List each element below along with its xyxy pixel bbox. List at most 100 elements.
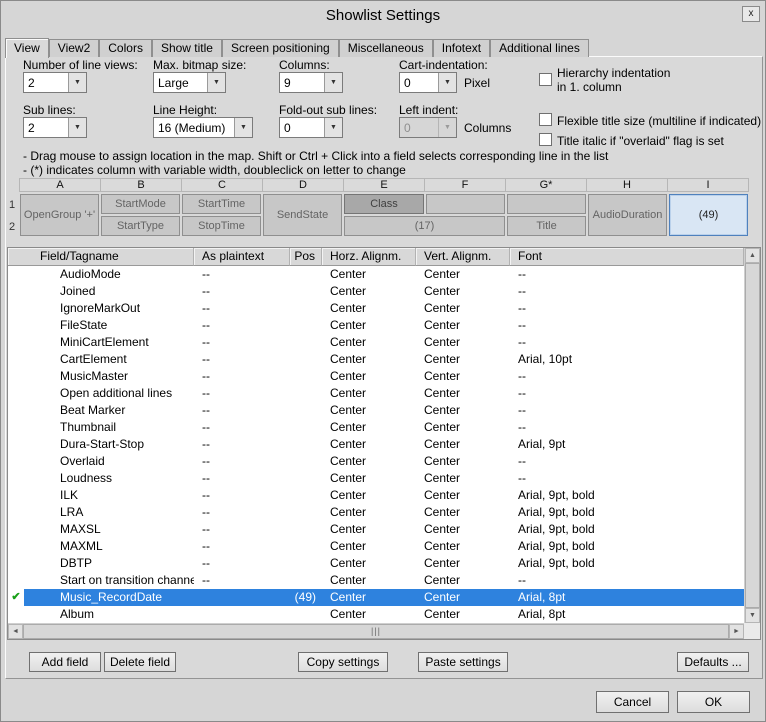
map-column-letter-i[interactable]: I (668, 179, 748, 191)
vertical-scrollbar-thumb[interactable] (745, 263, 760, 608)
cell-plaintext: -- (194, 266, 290, 283)
chevron-down-icon[interactable]: ▼ (324, 73, 342, 92)
map-field-49[interactable]: (49) (669, 194, 748, 236)
field-row-dura-start-stop[interactable]: Dura-Start-Stop--CenterCenterArial, 9pt (8, 436, 744, 453)
cell-horz-align: Center (322, 266, 416, 283)
cart-indentation-select[interactable]: 0 ▼ (399, 72, 457, 93)
cell-font: -- (510, 453, 744, 470)
max-bitmap-size-select[interactable]: Large ▼ (153, 72, 226, 93)
field-row-overlaid[interactable]: Overlaid--CenterCenter-- (8, 453, 744, 470)
defaults-button[interactable]: Defaults ... (677, 652, 749, 672)
copy-settings-button[interactable]: Copy settings (298, 652, 388, 672)
map-field-stoptime[interactable]: StopTime (182, 216, 261, 236)
map-field-blank[interactable] (507, 194, 586, 214)
number-of-line-views-select[interactable]: 2 ▼ (23, 72, 87, 93)
ok-button[interactable]: OK (677, 691, 750, 713)
columns-select[interactable]: 9 ▼ (279, 72, 343, 93)
field-row-minicartelement[interactable]: MiniCartElement--CenterCenter-- (8, 334, 744, 351)
cell-horz-align: Center (322, 317, 416, 334)
field-row-loudness[interactable]: Loudness--CenterCenter-- (8, 470, 744, 487)
field-row-musicmaster[interactable]: MusicMaster--CenterCenter-- (8, 368, 744, 385)
paste-settings-button[interactable]: Paste settings (418, 652, 508, 672)
map-field-title[interactable]: Title (507, 216, 586, 236)
cell-pos (290, 266, 322, 283)
map-field-sendstate[interactable]: SendState (263, 194, 342, 236)
sub-lines-select[interactable]: 2 ▼ (23, 117, 87, 138)
field-row-filestate[interactable]: FileState--CenterCenter-- (8, 317, 744, 334)
map-column-letter-d[interactable]: D (263, 179, 344, 191)
row-check-icon (8, 334, 24, 351)
map-field-class[interactable]: Class (344, 194, 424, 214)
map-field-17[interactable]: (17) (344, 216, 505, 236)
scroll-down-icon[interactable]: ▼ (745, 608, 760, 623)
field-row-album[interactable]: AlbumCenterCenterArial, 8pt (8, 606, 744, 623)
add-field-button[interactable]: Add field (29, 652, 101, 672)
cell-horz-align: Center (322, 589, 416, 606)
scroll-right-icon[interactable]: ► (729, 624, 744, 639)
horizontal-scrollbar[interactable]: ◄ ||| ► (8, 623, 744, 639)
chevron-down-icon[interactable]: ▼ (68, 118, 86, 137)
column-header-horz-alignm[interactable]: Horz. Alignm. (322, 248, 416, 266)
fold-out-sub-lines-select[interactable]: 0 ▼ (279, 117, 343, 138)
field-row-beat-marker[interactable]: Beat Marker--CenterCenter-- (8, 402, 744, 419)
column-header-pos[interactable]: Pos (290, 248, 322, 266)
map-field-starttime[interactable]: StartTime (182, 194, 261, 214)
map-field-audioduration[interactable]: AudioDuration (588, 194, 667, 236)
tab-view[interactable]: View (5, 38, 49, 58)
tab-show-title[interactable]: Show title (152, 39, 222, 57)
map-field-starttype[interactable]: StartType (101, 216, 180, 236)
field-row-lra[interactable]: LRA--CenterCenterArial, 9pt, bold (8, 504, 744, 521)
field-row-start-on-transition-channel[interactable]: Start on transition channel--CenterCente… (8, 572, 744, 589)
chevron-down-icon[interactable]: ▼ (324, 118, 342, 137)
map-field-opengroup[interactable]: OpenGroup '+' (20, 194, 99, 236)
tab-colors[interactable]: Colors (99, 39, 152, 57)
chevron-down-icon[interactable]: ▼ (207, 73, 225, 92)
scroll-up-icon[interactable]: ▲ (745, 248, 760, 263)
delete-field-button[interactable]: Delete field (104, 652, 176, 672)
flexible-title-checkbox[interactable] (539, 113, 552, 126)
hierarchy-indentation-checkbox[interactable] (539, 73, 552, 86)
field-row-cartelement[interactable]: CartElement--CenterCenterArial, 10pt (8, 351, 744, 368)
field-row-dbtp[interactable]: DBTP--CenterCenterArial, 9pt, bold (8, 555, 744, 572)
close-icon[interactable]: x (742, 6, 760, 22)
column-header-vert-alignm[interactable]: Vert. Alignm. (416, 248, 510, 266)
map-column-letter-g[interactable]: G* (506, 179, 587, 191)
field-row-thumbnail[interactable]: Thumbnail--CenterCenter-- (8, 419, 744, 436)
line-height-select[interactable]: 16 (Medium) ▼ (153, 117, 253, 138)
horizontal-scrollbar-thumb[interactable]: ||| (23, 624, 729, 639)
map-column-letter-a[interactable]: A (20, 179, 101, 191)
row-check-icon (8, 283, 24, 300)
column-header-field-tagname[interactable]: Field/Tagname (8, 248, 194, 266)
chevron-down-icon[interactable]: ▼ (68, 73, 86, 92)
field-row-open-additional-lines[interactable]: Open additional lines--CenterCenter-- (8, 385, 744, 402)
chevron-down-icon[interactable]: ▼ (438, 73, 456, 92)
field-map[interactable]: OpenGroup '+'StartModeStartTypeStartTime… (19, 193, 749, 239)
column-header-as-plaintext[interactable]: As plaintext (194, 248, 290, 266)
field-row-ilk[interactable]: ILK--CenterCenterArial, 9pt, bold (8, 487, 744, 504)
cancel-button[interactable]: Cancel (596, 691, 669, 713)
map-column-letter-c[interactable]: C (182, 179, 263, 191)
field-row-maxsl[interactable]: MAXSL--CenterCenterArial, 9pt, bold (8, 521, 744, 538)
title-italic-checkbox[interactable] (539, 133, 552, 146)
cell-name: Overlaid (24, 453, 194, 470)
map-field-startmode[interactable]: StartMode (101, 194, 180, 214)
tab-additional-lines[interactable]: Additional lines (490, 39, 589, 57)
field-row-music-recorddate[interactable]: ✔Music_RecordDate(49)CenterCenterArial, … (8, 589, 744, 606)
map-column-letter-f[interactable]: F (425, 179, 506, 191)
chevron-down-icon[interactable]: ▼ (234, 118, 252, 137)
field-row-audiomode[interactable]: AudioMode--CenterCenter-- (8, 266, 744, 283)
map-column-letter-e[interactable]: E (344, 179, 425, 191)
tab-infotext[interactable]: Infotext (433, 39, 490, 57)
map-column-letter-h[interactable]: H (587, 179, 668, 191)
map-column-letter-b[interactable]: B (101, 179, 182, 191)
field-row-ignoremarkout[interactable]: IgnoreMarkOut--CenterCenter-- (8, 300, 744, 317)
column-header-font[interactable]: Font (510, 248, 744, 266)
map-field-blank[interactable] (426, 194, 505, 214)
vertical-scrollbar[interactable]: ▲ ▼ (744, 248, 760, 623)
tab-screen-positioning[interactable]: Screen positioning (222, 39, 339, 57)
tab-view2[interactable]: View2 (49, 39, 99, 57)
field-row-maxml[interactable]: MAXML--CenterCenterArial, 9pt, bold (8, 538, 744, 555)
field-row-joined[interactable]: Joined--CenterCenter-- (8, 283, 744, 300)
scroll-left-icon[interactable]: ◄ (8, 624, 23, 639)
tab-miscellaneous[interactable]: Miscellaneous (339, 39, 433, 57)
